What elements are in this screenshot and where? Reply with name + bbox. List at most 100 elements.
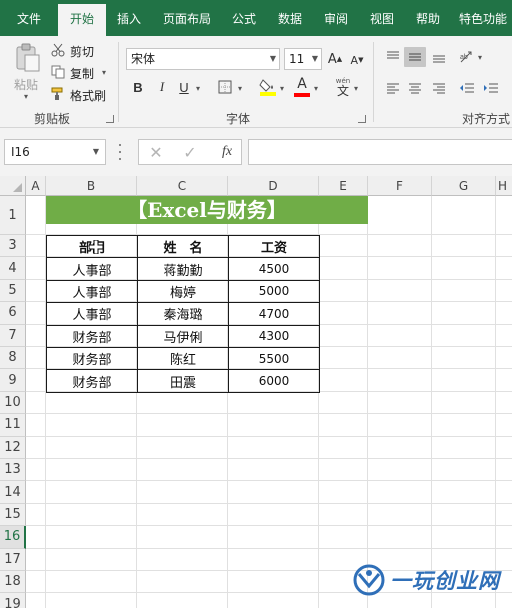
- column-header-e[interactable]: E: [319, 176, 368, 196]
- paste-dropdown-caret[interactable]: ▾: [24, 92, 28, 101]
- font-dialog-launcher-icon[interactable]: [358, 115, 366, 123]
- scissors-icon[interactable]: [50, 42, 66, 58]
- row-header-19[interactable]: 19: [0, 593, 26, 608]
- column-header-c[interactable]: C: [137, 176, 228, 196]
- format-painter-button[interactable]: 格式刷: [70, 87, 106, 104]
- tab-help[interactable]: 帮助: [406, 0, 450, 36]
- name-cell[interactable]: 梅婷: [137, 279, 229, 304]
- row-header-18[interactable]: 18: [0, 571, 26, 594]
- align-center-icon[interactable]: [406, 80, 424, 96]
- column-header-a[interactable]: A: [26, 176, 46, 196]
- select-all-button[interactable]: [0, 176, 26, 196]
- name-cell[interactable]: 田震: [137, 369, 229, 393]
- sheet-title-cell[interactable]: 【Excel与财务】: [46, 196, 368, 224]
- name-cell[interactable]: 秦海璐: [137, 302, 229, 326]
- row-header-7[interactable]: 7: [0, 324, 26, 347]
- row-header-11[interactable]: 11: [0, 414, 26, 437]
- font-name-combo[interactable]: 宋体 ▼: [126, 48, 280, 70]
- row-header-15[interactable]: 15: [0, 503, 26, 527]
- copy-icon[interactable]: [50, 64, 66, 80]
- copy-dropdown-caret[interactable]: ▾: [102, 68, 106, 77]
- salary-cell[interactable]: 4700: [228, 302, 320, 326]
- department-cell[interactable]: 财务部: [46, 369, 138, 393]
- insert-function-button[interactable]: fx: [217, 143, 237, 161]
- row-header-6[interactable]: 6: [0, 302, 26, 325]
- tab-special-features[interactable]: 特色功能: [452, 0, 512, 36]
- grow-font-icon[interactable]: A ▲: [326, 49, 344, 69]
- increase-indent-icon[interactable]: [482, 79, 500, 97]
- name-box[interactable]: I16 ▼: [4, 139, 106, 165]
- salary-cell[interactable]: 6000: [228, 369, 320, 393]
- copy-button[interactable]: 复制: [70, 65, 94, 82]
- salary-cell[interactable]: 4300: [228, 324, 320, 348]
- row-header-8[interactable]: 8: [0, 347, 26, 370]
- italic-button[interactable]: I: [154, 78, 170, 96]
- tab-review[interactable]: 审阅: [314, 0, 358, 36]
- salary-cell[interactable]: 4500: [228, 257, 320, 281]
- row-header-17[interactable]: 17: [0, 548, 26, 571]
- column-header-b[interactable]: B: [46, 176, 137, 196]
- cancel-icon[interactable]: ✕: [147, 143, 165, 162]
- row-header-13[interactable]: 13: [0, 459, 26, 482]
- cut-button[interactable]: 剪切: [70, 43, 94, 60]
- font-size-combo[interactable]: 11 ▼: [284, 48, 322, 70]
- header-cell-name[interactable]: 姓 名: [137, 234, 229, 259]
- decrease-indent-icon[interactable]: [458, 79, 476, 97]
- column-header-d[interactable]: D: [228, 176, 319, 196]
- align-left-icon[interactable]: [384, 80, 402, 96]
- column-header-g[interactable]: G: [432, 176, 496, 196]
- name-cell[interactable]: 陈红: [137, 346, 229, 371]
- column-header-f[interactable]: F: [368, 176, 432, 196]
- paste-icon[interactable]: [12, 42, 44, 74]
- underline-dropdown-caret[interactable]: ▾: [196, 84, 200, 93]
- row-header-4[interactable]: 4: [0, 257, 26, 280]
- column-header-h[interactable]: H: [496, 176, 512, 196]
- row-header-1[interactable]: 1: [0, 196, 26, 235]
- department-cell[interactable]: 人事部: [46, 257, 138, 281]
- name-cell[interactable]: 蒋勤勤: [137, 257, 229, 281]
- tab-insert[interactable]: 插入: [108, 0, 150, 36]
- shrink-font-icon[interactable]: A ▼: [348, 51, 366, 69]
- department-cell[interactable]: 财务部: [46, 324, 138, 348]
- orientation-icon[interactable]: ab: [458, 48, 476, 66]
- align-top-icon[interactable]: [384, 48, 402, 66]
- align-right-icon[interactable]: [430, 80, 448, 96]
- font-color-dropdown-caret[interactable]: ▾: [314, 84, 318, 93]
- enter-check-icon[interactable]: ✓: [181, 143, 199, 162]
- row-header-10[interactable]: 10: [0, 391, 26, 415]
- align-bottom-icon[interactable]: [430, 48, 448, 66]
- name-cell[interactable]: 马伊俐: [137, 324, 229, 348]
- underline-button[interactable]: U: [176, 78, 192, 96]
- department-cell[interactable]: 人事部: [46, 302, 138, 326]
- department-cell[interactable]: 人事部: [46, 279, 138, 304]
- bold-button[interactable]: B: [130, 78, 146, 96]
- tab-file[interactable]: 文件: [4, 0, 54, 36]
- paste-label[interactable]: 粘贴: [14, 76, 38, 93]
- department-cell[interactable]: 财务部: [46, 346, 138, 371]
- fill-color-icon[interactable]: [258, 76, 278, 98]
- borders-dropdown-caret[interactable]: ▾: [238, 84, 242, 93]
- tab-home[interactable]: 开始: [58, 4, 106, 36]
- row-header-14[interactable]: 14: [0, 481, 26, 504]
- format-painter-icon[interactable]: [50, 86, 66, 102]
- header-cell-salary[interactable]: 工资: [228, 234, 320, 259]
- row-header-5[interactable]: 5: [0, 279, 26, 303]
- salary-cell[interactable]: 5500: [228, 346, 320, 371]
- tab-page-layout[interactable]: 页面布局: [154, 0, 220, 36]
- row-header-9[interactable]: 9: [0, 369, 26, 392]
- clipboard-dialog-launcher-icon[interactable]: [106, 115, 114, 123]
- font-color-icon[interactable]: A: [292, 76, 312, 98]
- tab-view[interactable]: 视图: [360, 0, 404, 36]
- fill-color-dropdown-caret[interactable]: ▾: [280, 84, 284, 93]
- phonetic-dropdown-caret[interactable]: ▾: [354, 84, 358, 93]
- formula-bar-grip-icon[interactable]: [118, 144, 122, 160]
- tab-formulas[interactable]: 公式: [222, 0, 266, 36]
- row-header-16[interactable]: 16: [0, 526, 26, 549]
- tab-data[interactable]: 数据: [268, 0, 312, 36]
- row-header-12[interactable]: 12: [0, 436, 26, 459]
- formula-input[interactable]: [248, 139, 512, 165]
- salary-cell[interactable]: 5000: [228, 279, 320, 304]
- orientation-dropdown-caret[interactable]: ▾: [478, 53, 482, 62]
- row-header-3[interactable]: 3: [0, 235, 26, 258]
- borders-icon[interactable]: [216, 78, 234, 96]
